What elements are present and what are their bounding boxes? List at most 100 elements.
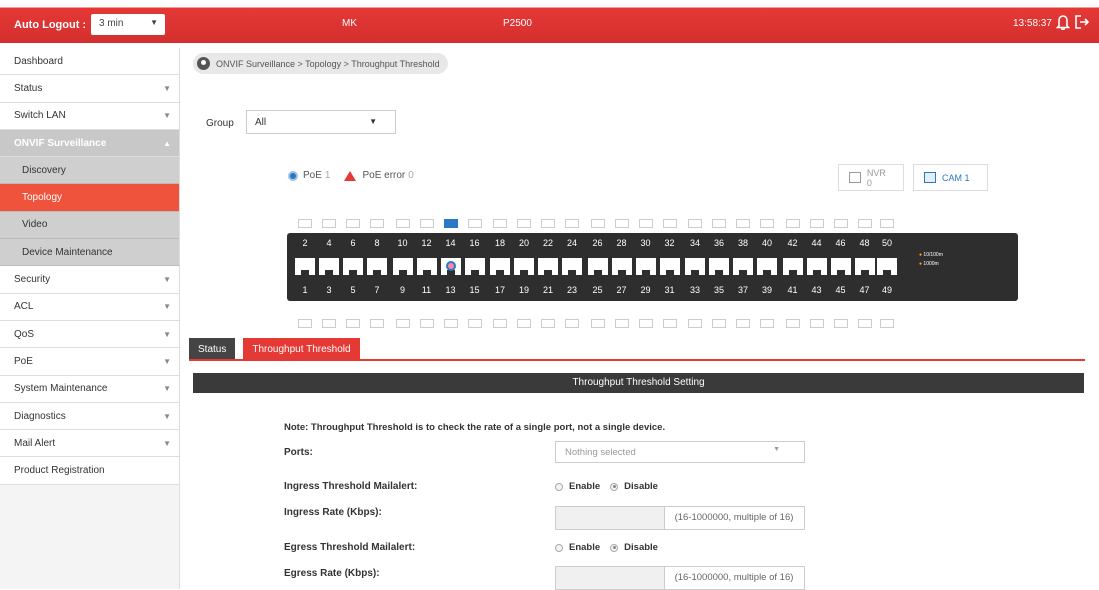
switch-port[interactable] (514, 258, 534, 275)
port-number: 11 (421, 285, 432, 295)
sidebar: Dashboard Status ▼ Switch LAN ▼ ONVIF Surv… (0, 48, 180, 589)
port-tag (785, 319, 800, 328)
switch-port[interactable] (806, 258, 827, 275)
cam-filter[interactable]: CAM 1 (913, 164, 988, 191)
port-number: 20 (518, 238, 529, 248)
egress-mail-radio-group: Enable Disable (555, 542, 658, 553)
sidebar-item-mail-alert[interactable]: Mail Alert ▼ (0, 430, 179, 458)
sidebar-item-qos[interactable]: QoS ▼ (0, 320, 179, 349)
sidebar-item-device-maintenance[interactable]: Device Maintenance (0, 239, 179, 267)
ingress-disable-radio[interactable] (610, 482, 619, 491)
ingress-enable-radio[interactable] (555, 482, 563, 491)
port-tag (298, 219, 312, 228)
sidebar-item-system-maintenance[interactable]: System Maintenance ▼ (0, 375, 179, 403)
sidebar-item-topology[interactable]: Topology (0, 184, 179, 212)
port-number: 29 (640, 285, 651, 295)
ingress-rate-label: Ingress Rate (Kbps): (284, 507, 382, 518)
switch-port[interactable] (295, 258, 315, 275)
port-number: 25 (592, 285, 603, 295)
sidebar-item-onvif-surveillance[interactable]: ONVIF Surveillance ▲ (0, 129, 179, 158)
sidebar-item-switch-lan[interactable]: Switch LAN ▼ (0, 102, 179, 130)
chevron-down-icon: ▼ (369, 117, 377, 126)
breadcrumb: ONVIF Surveillance > Topology > Throughp… (193, 53, 448, 74)
switch-port[interactable] (659, 258, 680, 275)
port-tag (517, 219, 531, 228)
switch-port[interactable] (490, 258, 510, 275)
poe-icon (288, 170, 298, 181)
switch-port[interactable] (733, 258, 753, 275)
switch-port[interactable] (562, 258, 582, 275)
switch-port[interactable] (830, 258, 851, 275)
tab-status[interactable]: Status (189, 338, 236, 361)
sidebar-item-security[interactable]: Security ▼ (0, 266, 179, 294)
auto-logout-select[interactable]: 3 min ▼ (91, 14, 165, 35)
sidebar-item-video[interactable]: Video (0, 211, 179, 240)
switch-port[interactable] (343, 258, 363, 275)
switch-port[interactable] (538, 258, 558, 275)
port-number: 16 (469, 238, 480, 248)
port-tag (688, 219, 702, 228)
chevron-down-icon: ▼ (163, 329, 171, 339)
switch-port[interactable] (685, 258, 705, 275)
port-tag (322, 319, 336, 328)
switch-port[interactable] (854, 258, 875, 275)
port-number: 42 (787, 238, 798, 248)
switch-port[interactable] (464, 258, 485, 275)
switch-port[interactable] (367, 258, 387, 275)
group-select[interactable]: All ▼ (246, 110, 396, 134)
port-tag (541, 319, 555, 328)
ingress-mail-radio-group: Enable Disable (555, 481, 658, 492)
port-tag (736, 219, 750, 228)
switch-port[interactable] (611, 258, 632, 275)
switch-port[interactable] (782, 258, 803, 275)
sidebar-item-discovery[interactable]: Discovery (0, 157, 179, 185)
logout-icon[interactable] (1074, 14, 1090, 30)
port-tag (565, 219, 579, 228)
ingress-rate-input[interactable] (555, 506, 665, 530)
clock: 13:58:37 (1013, 18, 1052, 29)
sidebar-item-diagnostics[interactable]: Diagnostics ▼ (0, 402, 179, 431)
port-number: 45 (835, 285, 846, 295)
port-number: 39 (761, 285, 772, 295)
switch-port[interactable] (392, 258, 413, 275)
port-number: 23 (566, 285, 577, 295)
note-text: Note: Throughput Threshold is to check t… (284, 422, 666, 433)
port-tag (833, 219, 848, 228)
port-tag (857, 219, 872, 228)
port-tag (712, 219, 726, 228)
ports-select[interactable]: Nothing selected ▼ (555, 441, 805, 463)
port-number: 8 (374, 238, 380, 248)
switch-port[interactable] (877, 258, 897, 275)
tab-throughput-threshold[interactable]: Throughput Threshold (243, 338, 360, 361)
chevron-down-icon: ▼ (163, 111, 171, 121)
port-tag (688, 319, 702, 328)
switch-port[interactable] (709, 258, 729, 275)
poe-legend: PoE 1 PoE error 0 (288, 170, 414, 181)
egress-disable-radio[interactable] (610, 543, 619, 552)
sidebar-item-status[interactable]: Status ▼ (0, 75, 179, 103)
egress-mail-label: Egress Threshold Mailalert: (284, 542, 416, 553)
port-tag (565, 319, 579, 328)
chevron-down-icon: ▼ (773, 446, 780, 453)
port-number: 12 (421, 238, 432, 248)
port-tag (857, 319, 872, 328)
switch-port[interactable] (757, 258, 777, 275)
port-tag (662, 219, 677, 228)
port-number: 38 (737, 238, 748, 248)
port-number: 48 (859, 238, 870, 248)
auto-logout-label: Auto Logout : (14, 19, 87, 31)
nvr-filter[interactable]: NVR 0 (838, 164, 904, 191)
switch-port[interactable] (319, 258, 339, 275)
egress-enable-radio[interactable] (555, 543, 563, 552)
sidebar-item-product-registration[interactable]: Product Registration (0, 457, 179, 485)
switch-port[interactable] (635, 258, 656, 275)
port-tag (322, 219, 336, 228)
bell-icon[interactable] (1056, 14, 1070, 30)
sidebar-item-acl[interactable]: ACL ▼ (0, 293, 179, 321)
switch-port[interactable] (416, 258, 437, 275)
tab-underline (189, 359, 1085, 361)
egress-rate-input[interactable] (555, 566, 665, 590)
sidebar-item-dashboard[interactable]: Dashboard (0, 48, 179, 76)
sidebar-item-poe[interactable]: PoE ▼ (0, 348, 179, 376)
switch-port[interactable] (587, 258, 608, 275)
